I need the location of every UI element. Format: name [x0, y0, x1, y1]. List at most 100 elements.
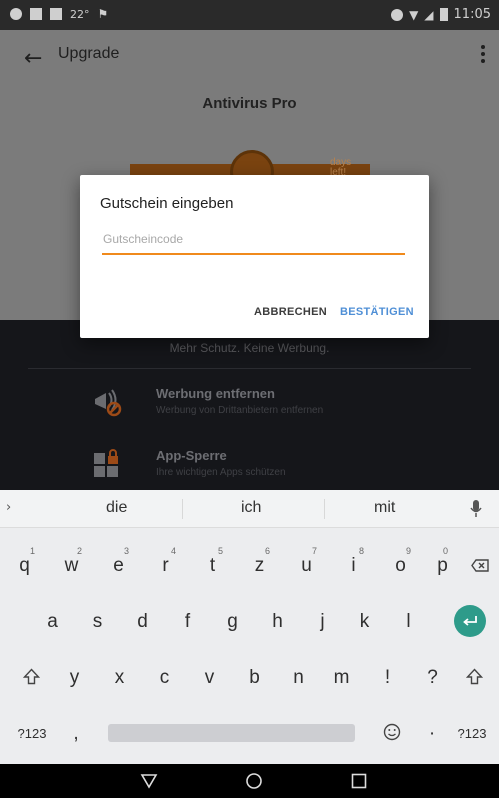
key-label: b	[249, 667, 260, 688]
emoji-key[interactable]	[372, 710, 412, 756]
key-exclamation[interactable]: !	[365, 654, 410, 700]
suggestion-strip: › die ich mit	[0, 490, 499, 528]
key-z[interactable]: 6z	[237, 542, 282, 588]
key-c[interactable]: c	[142, 654, 187, 700]
feature-title: App-Sperre	[156, 448, 227, 463]
key-b[interactable]: b	[232, 654, 277, 700]
key-w[interactable]: 2w	[49, 542, 94, 588]
overflow-menu-icon[interactable]	[481, 45, 485, 66]
voucher-code-input[interactable]	[102, 229, 405, 255]
key-f[interactable]: f	[165, 598, 210, 644]
status-bar: 22° ⚑ ▼ ◢ 11:05	[0, 0, 499, 30]
key-j[interactable]: j	[300, 598, 345, 644]
soft-keyboard: › die ich mit 1q 2w 3e 4r 5t 6z 7u 8i 9o…	[0, 490, 499, 764]
back-arrow-icon[interactable]: ←	[24, 46, 42, 71]
enter-arrow-icon	[463, 616, 477, 626]
key-v[interactable]: v	[187, 654, 232, 700]
space-key[interactable]	[108, 724, 355, 742]
suggestion-divider	[182, 499, 183, 519]
key-n[interactable]: n	[276, 654, 321, 700]
flag-icon: ⚑	[97, 7, 109, 21]
suggestion-item[interactable]: ich	[241, 499, 261, 517]
navigation-bar	[0, 764, 499, 798]
key-label: w	[64, 555, 79, 576]
key-e[interactable]: 3e	[96, 542, 141, 588]
product-name: Antivirus Pro	[202, 95, 297, 112]
key-o[interactable]: 9o	[378, 542, 423, 588]
key-m[interactable]: m	[319, 654, 364, 700]
key-label: u	[301, 555, 312, 576]
key-question[interactable]: ?	[410, 654, 455, 700]
key-l[interactable]: l	[386, 598, 431, 644]
screenshot-icon	[50, 8, 62, 20]
enter-key[interactable]	[442, 598, 498, 644]
key-label: s	[92, 611, 103, 632]
key-label: z	[254, 555, 265, 576]
key-label: a	[47, 611, 58, 632]
key-label: m	[333, 667, 350, 688]
key-label: d	[137, 611, 148, 632]
chevron-right-icon[interactable]: ›	[6, 500, 11, 515]
keyboard-row-2: a s d f g h j k l	[0, 598, 499, 644]
symbols-key-left[interactable]: ?123	[4, 710, 60, 756]
key-g[interactable]: g	[210, 598, 255, 644]
key-u[interactable]: 7u	[284, 542, 329, 588]
shift-icon	[23, 668, 40, 685]
suggestion-item[interactable]: mit	[374, 499, 395, 517]
key-x[interactable]: x	[97, 654, 142, 700]
key-label: ?	[427, 667, 438, 688]
key-label: o	[395, 555, 406, 576]
recents-nav-icon[interactable]	[350, 772, 368, 790]
shift-key-right[interactable]	[455, 654, 495, 700]
key-label: v	[204, 667, 215, 688]
key-label: q	[19, 555, 30, 576]
suggestion-divider	[324, 499, 325, 519]
key-k[interactable]: k	[342, 598, 387, 644]
backspace-icon	[471, 559, 489, 572]
confirm-button[interactable]: BESTÄTIGEN	[340, 306, 414, 318]
feature-item: App-Sperre Ihre wichtigen Apps schützen	[0, 444, 499, 488]
key-label: ,	[73, 723, 79, 744]
app-lock-icon	[94, 449, 118, 477]
voucher-dialog: Gutschein eingeben ABBRECHEN BESTÄTIGEN	[80, 175, 429, 338]
backspace-key[interactable]	[462, 542, 497, 588]
shift-key-left[interactable]	[12, 654, 52, 700]
key-i[interactable]: 8i	[331, 542, 376, 588]
wifi-icon: ▼	[409, 7, 419, 22]
key-label: c	[159, 667, 170, 688]
home-nav-icon[interactable]	[245, 772, 263, 790]
key-r[interactable]: 4r	[143, 542, 188, 588]
battery-icon	[439, 8, 448, 21]
key-label: g	[227, 611, 238, 632]
cancel-button[interactable]: ABBRECHEN	[254, 306, 327, 318]
microphone-icon[interactable]	[470, 499, 482, 519]
key-comma[interactable]: ,	[56, 710, 96, 756]
key-q[interactable]: 1q	[2, 542, 47, 588]
feature-description: Werbung von Drittanbietern entfernen	[156, 405, 324, 416]
key-label: ?123	[457, 726, 487, 741]
key-s[interactable]: s	[75, 598, 120, 644]
back-nav-icon[interactable]	[140, 772, 158, 790]
key-t[interactable]: 5t	[190, 542, 235, 588]
keyboard-row-1: 1q 2w 3e 4r 5t 6z 7u 8i 9o 0p	[0, 542, 499, 588]
megaphone-blocked-icon	[95, 389, 122, 417]
feature-item: Werbung entfernen Werbung von Drittanbie…	[0, 382, 499, 426]
key-label: y	[69, 667, 80, 688]
keyboard-row-3: y x c v b n m ! ?	[0, 654, 499, 700]
key-label: x	[114, 667, 125, 688]
key-d[interactable]: d	[120, 598, 165, 644]
symbols-key-right[interactable]: ?123	[446, 710, 498, 756]
key-a[interactable]: a	[30, 598, 75, 644]
clock-text: 11:05	[453, 7, 491, 22]
key-h[interactable]: h	[255, 598, 300, 644]
suggestion-item[interactable]: die	[106, 499, 127, 517]
key-label: n	[293, 667, 304, 688]
dialog-title: Gutschein eingeben	[100, 195, 234, 212]
key-p[interactable]: 0p	[425, 542, 460, 588]
key-label: !	[384, 667, 391, 688]
key-label: p	[437, 555, 448, 576]
temperature-text: 22°	[70, 7, 90, 21]
key-y[interactable]: y	[52, 654, 97, 700]
key-label: r	[162, 555, 169, 576]
location-icon	[10, 8, 22, 20]
